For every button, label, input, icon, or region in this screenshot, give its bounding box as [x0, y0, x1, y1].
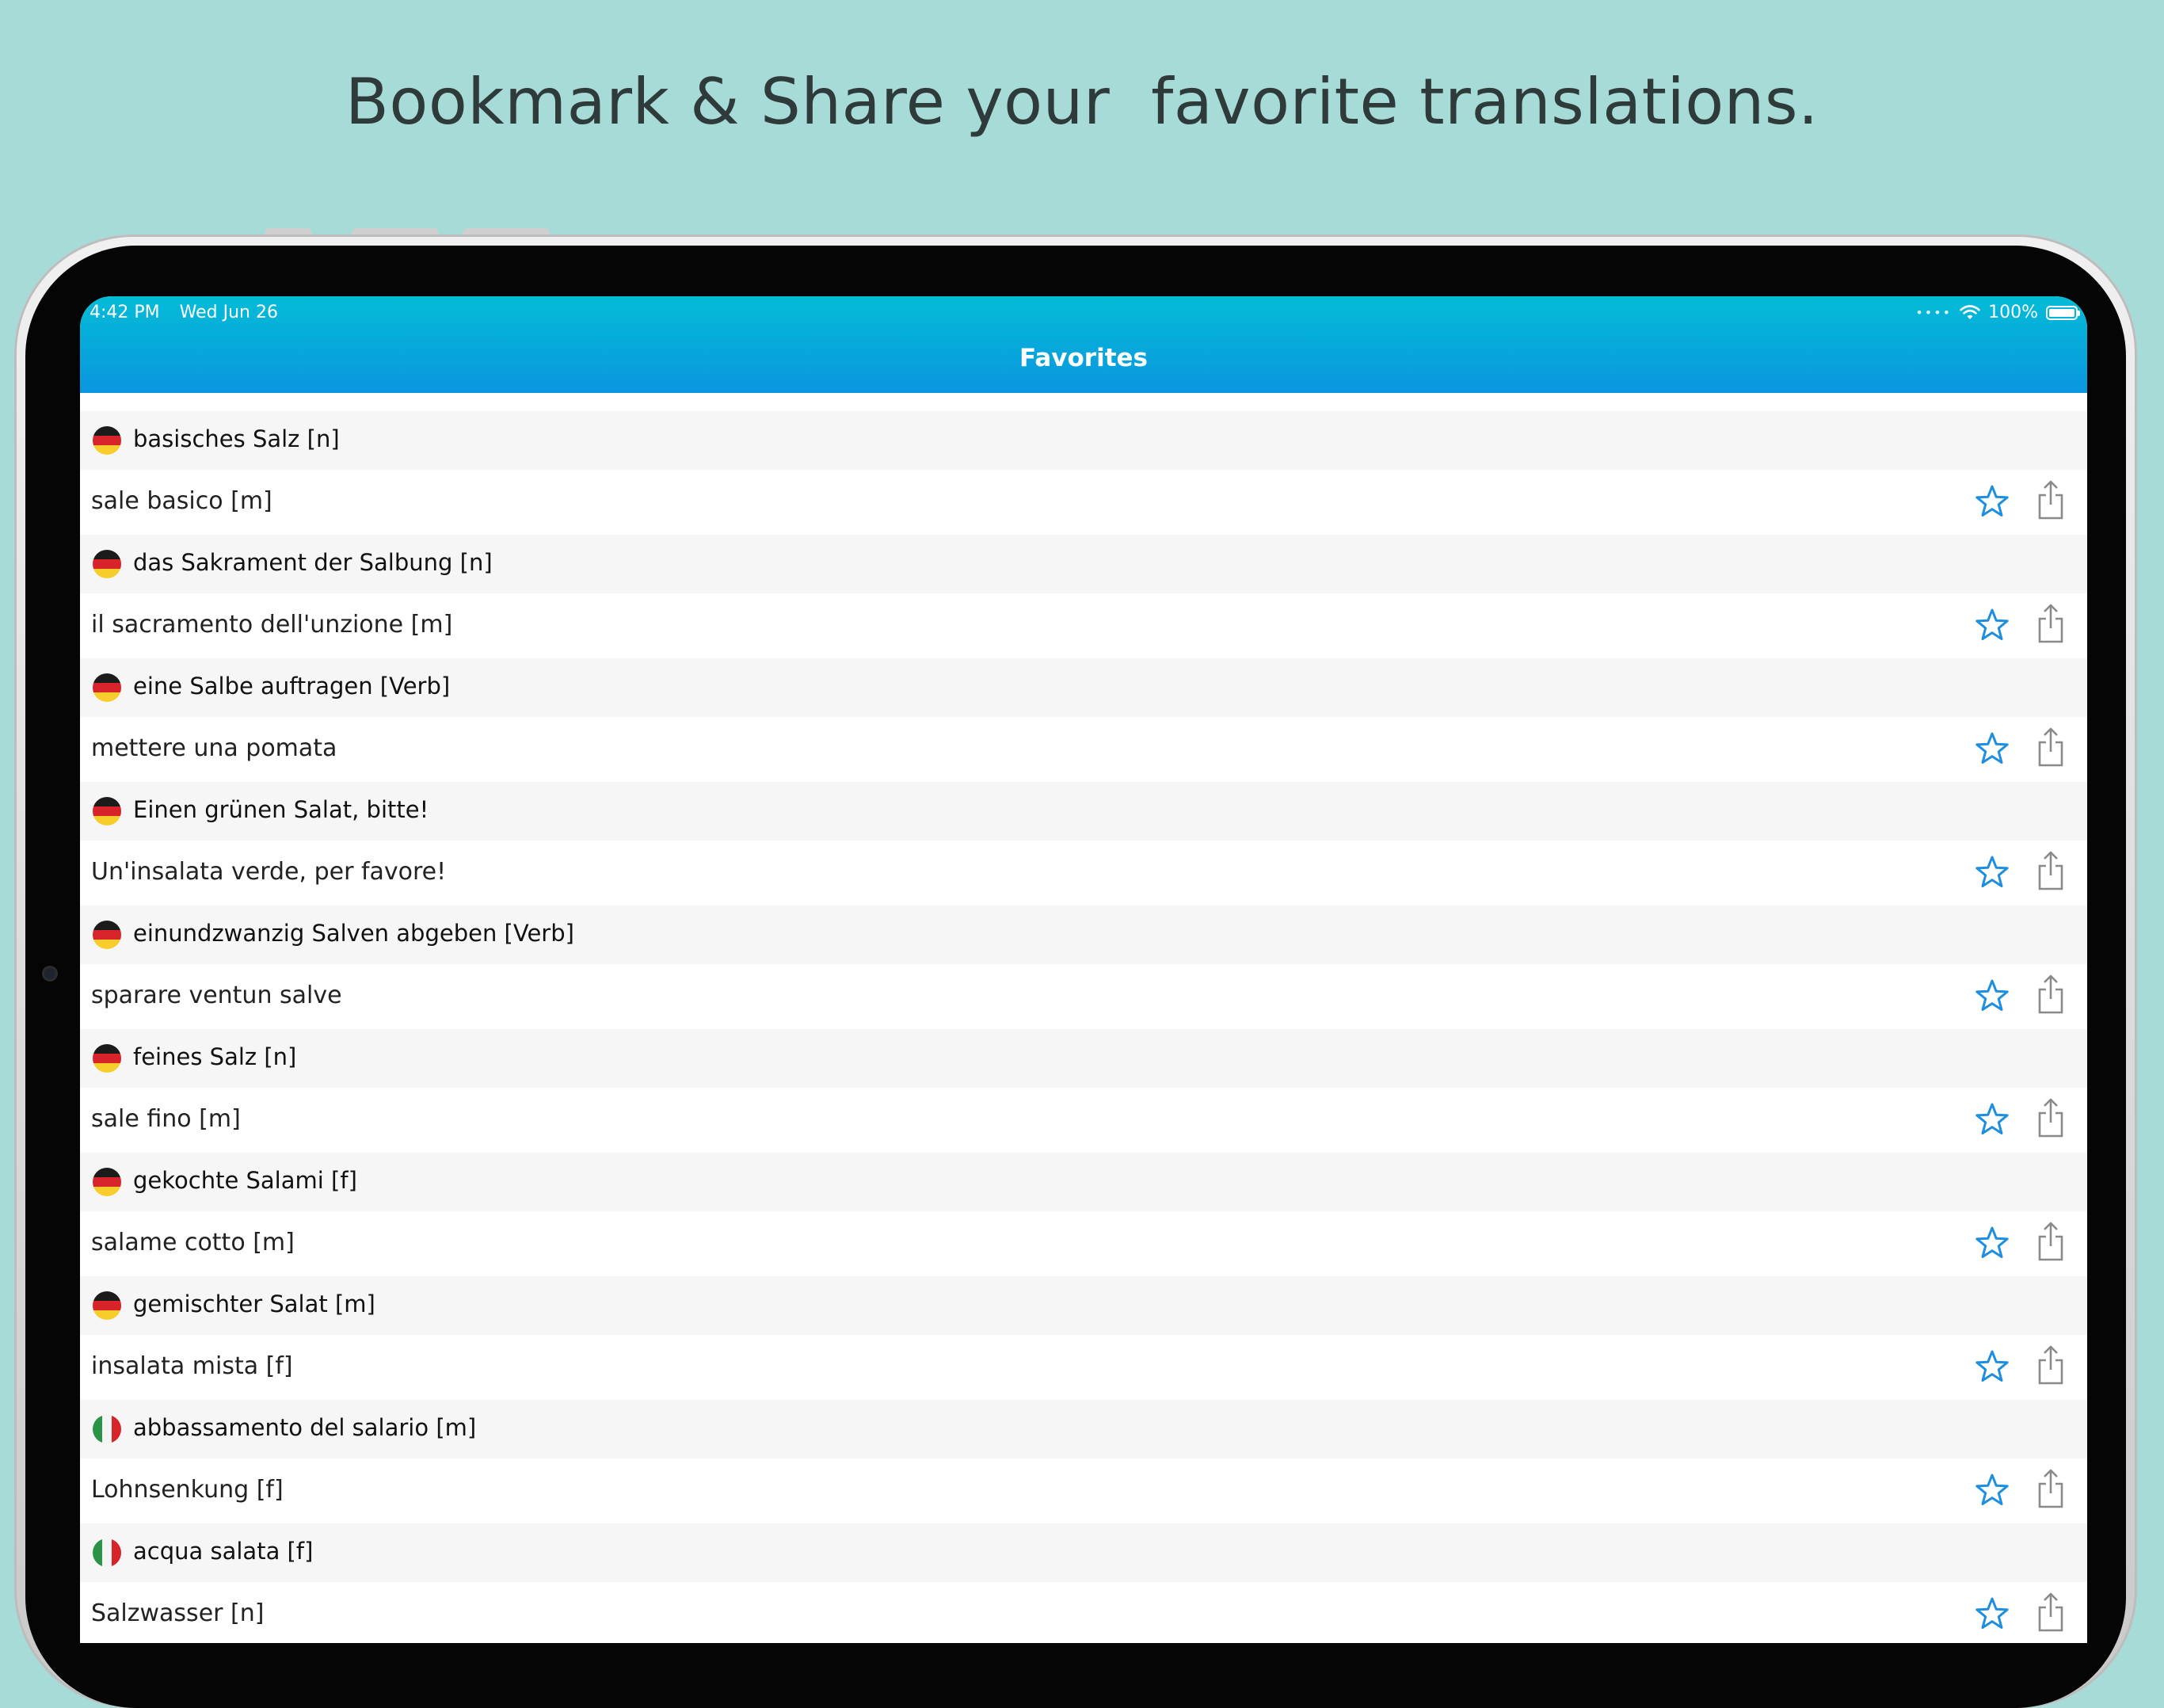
translation-row[interactable]: Un'insalata verde, per favore!	[80, 841, 2087, 905]
source-phrase: einundzwanzig Salven abgeben [Verb]	[133, 920, 574, 947]
share-icon[interactable]	[2035, 479, 2067, 520]
battery-percent: 100%	[1988, 303, 2038, 322]
translation-phrase: salame cotto [m]	[91, 1229, 295, 1256]
navigation-bar: 4:42 PM Wed Jun 26 •••• 100% Favorites	[80, 296, 2087, 393]
share-icon[interactable]	[2035, 1344, 2067, 1386]
source-row[interactable]: das Sakrament der Salbung [n]	[80, 535, 2087, 593]
translation-phrase: sale basico [m]	[91, 487, 272, 515]
flag-germany-icon	[93, 1291, 121, 1320]
signal-icon: ••••	[1915, 305, 1953, 320]
translation-row[interactable]: mettere una pomata	[80, 717, 2087, 782]
share-icon[interactable]	[2035, 1592, 2067, 1633]
flag-germany-icon	[93, 1168, 121, 1196]
share-icon[interactable]	[2035, 1097, 2067, 1138]
battery-icon	[2046, 305, 2080, 320]
source-phrase: gekochte Salami [f]	[133, 1167, 357, 1194]
source-phrase: gemischter Salat [m]	[133, 1291, 375, 1317]
star-icon[interactable]	[1973, 606, 2011, 644]
source-row[interactable]: acqua salata [f]	[80, 1523, 2087, 1582]
source-row[interactable]: Einen grünen Salat, bitte!	[80, 782, 2087, 841]
camera-dot	[44, 968, 55, 979]
share-icon[interactable]	[2035, 1468, 2067, 1509]
share-icon[interactable]	[2035, 974, 2067, 1015]
translation-phrase: mettere una pomata	[91, 734, 337, 762]
translation-row[interactable]: Salzwasser [n]	[80, 1582, 2087, 1643]
app-screen: 4:42 PM Wed Jun 26 •••• 100% Favorites b…	[80, 296, 2087, 1643]
status-bar: 4:42 PM Wed Jun 26 •••• 100%	[90, 303, 2080, 331]
star-icon[interactable]	[1973, 730, 2011, 768]
source-row[interactable]: eine Salbe auftragen [Verb]	[80, 658, 2087, 717]
star-icon[interactable]	[1973, 977, 2011, 1015]
share-icon[interactable]	[2035, 1221, 2067, 1262]
star-icon[interactable]	[1973, 482, 2011, 520]
source-row[interactable]: feines Salz [n]	[80, 1029, 2087, 1088]
favorites-list[interactable]: basisches Salz [n] sale basico [m] das Sak…	[80, 411, 2087, 1643]
flag-germany-icon	[93, 797, 121, 825]
star-icon[interactable]	[1973, 1595, 2011, 1633]
translation-row[interactable]: il sacramento dell'unzione [m]	[80, 593, 2087, 658]
source-row[interactable]: gemischter Salat [m]	[80, 1276, 2087, 1335]
share-icon[interactable]	[2035, 850, 2067, 891]
flag-germany-icon	[93, 550, 121, 578]
source-phrase: acqua salata [f]	[133, 1538, 314, 1565]
flag-germany-icon	[93, 673, 121, 702]
translation-row[interactable]: Lohnsenkung [f]	[80, 1458, 2087, 1523]
source-phrase: feines Salz [n]	[133, 1043, 297, 1070]
page-title: Favorites	[1019, 344, 1148, 372]
star-icon[interactable]	[1973, 1471, 2011, 1509]
translation-phrase: Un'insalata verde, per favore!	[91, 858, 447, 886]
flag-italy-icon	[93, 1538, 121, 1567]
translation-row[interactable]: insalata mista [f]	[80, 1335, 2087, 1400]
share-icon[interactable]	[2035, 603, 2067, 644]
status-time: 4:42 PM	[90, 303, 160, 322]
translation-row[interactable]: sparare ventun salve	[80, 964, 2087, 1029]
share-icon[interactable]	[2035, 726, 2067, 768]
source-row[interactable]: abbassamento del salario [m]	[80, 1400, 2087, 1458]
translation-phrase: Lohnsenkung [f]	[91, 1476, 284, 1504]
translation-phrase: insalata mista [f]	[91, 1352, 293, 1380]
star-icon[interactable]	[1973, 1100, 2011, 1138]
translation-row[interactable]: sale basico [m]	[80, 470, 2087, 535]
headline: Bookmark & Share your favorite translati…	[345, 65, 1819, 139]
star-icon[interactable]	[1973, 1224, 2011, 1262]
status-date: Wed Jun 26	[179, 303, 278, 322]
source-row[interactable]: gekochte Salami [f]	[80, 1153, 2087, 1211]
translation-phrase: sparare ventun salve	[91, 982, 342, 1009]
flag-germany-icon	[93, 921, 121, 949]
flag-germany-icon	[93, 426, 121, 455]
source-phrase: abbassamento del salario [m]	[133, 1414, 477, 1441]
translation-phrase: sale fino [m]	[91, 1105, 241, 1133]
source-phrase: Einen grünen Salat, bitte!	[133, 796, 429, 823]
translation-phrase: il sacramento dell'unzione [m]	[91, 611, 453, 639]
source-row[interactable]: basisches Salz [n]	[80, 411, 2087, 470]
wifi-icon	[1960, 304, 1980, 319]
translation-row[interactable]: sale fino [m]	[80, 1088, 2087, 1153]
source-phrase: basisches Salz [n]	[133, 425, 340, 452]
star-icon[interactable]	[1973, 853, 2011, 891]
source-row[interactable]: einundzwanzig Salven abgeben [Verb]	[80, 905, 2087, 964]
flag-italy-icon	[93, 1415, 121, 1443]
source-phrase: eine Salbe auftragen [Verb]	[133, 673, 451, 700]
star-icon[interactable]	[1973, 1348, 2011, 1386]
source-phrase: das Sakrament der Salbung [n]	[133, 549, 493, 576]
translation-phrase: Salzwasser [n]	[91, 1599, 265, 1627]
flag-germany-icon	[93, 1044, 121, 1073]
translation-row[interactable]: salame cotto [m]	[80, 1211, 2087, 1276]
